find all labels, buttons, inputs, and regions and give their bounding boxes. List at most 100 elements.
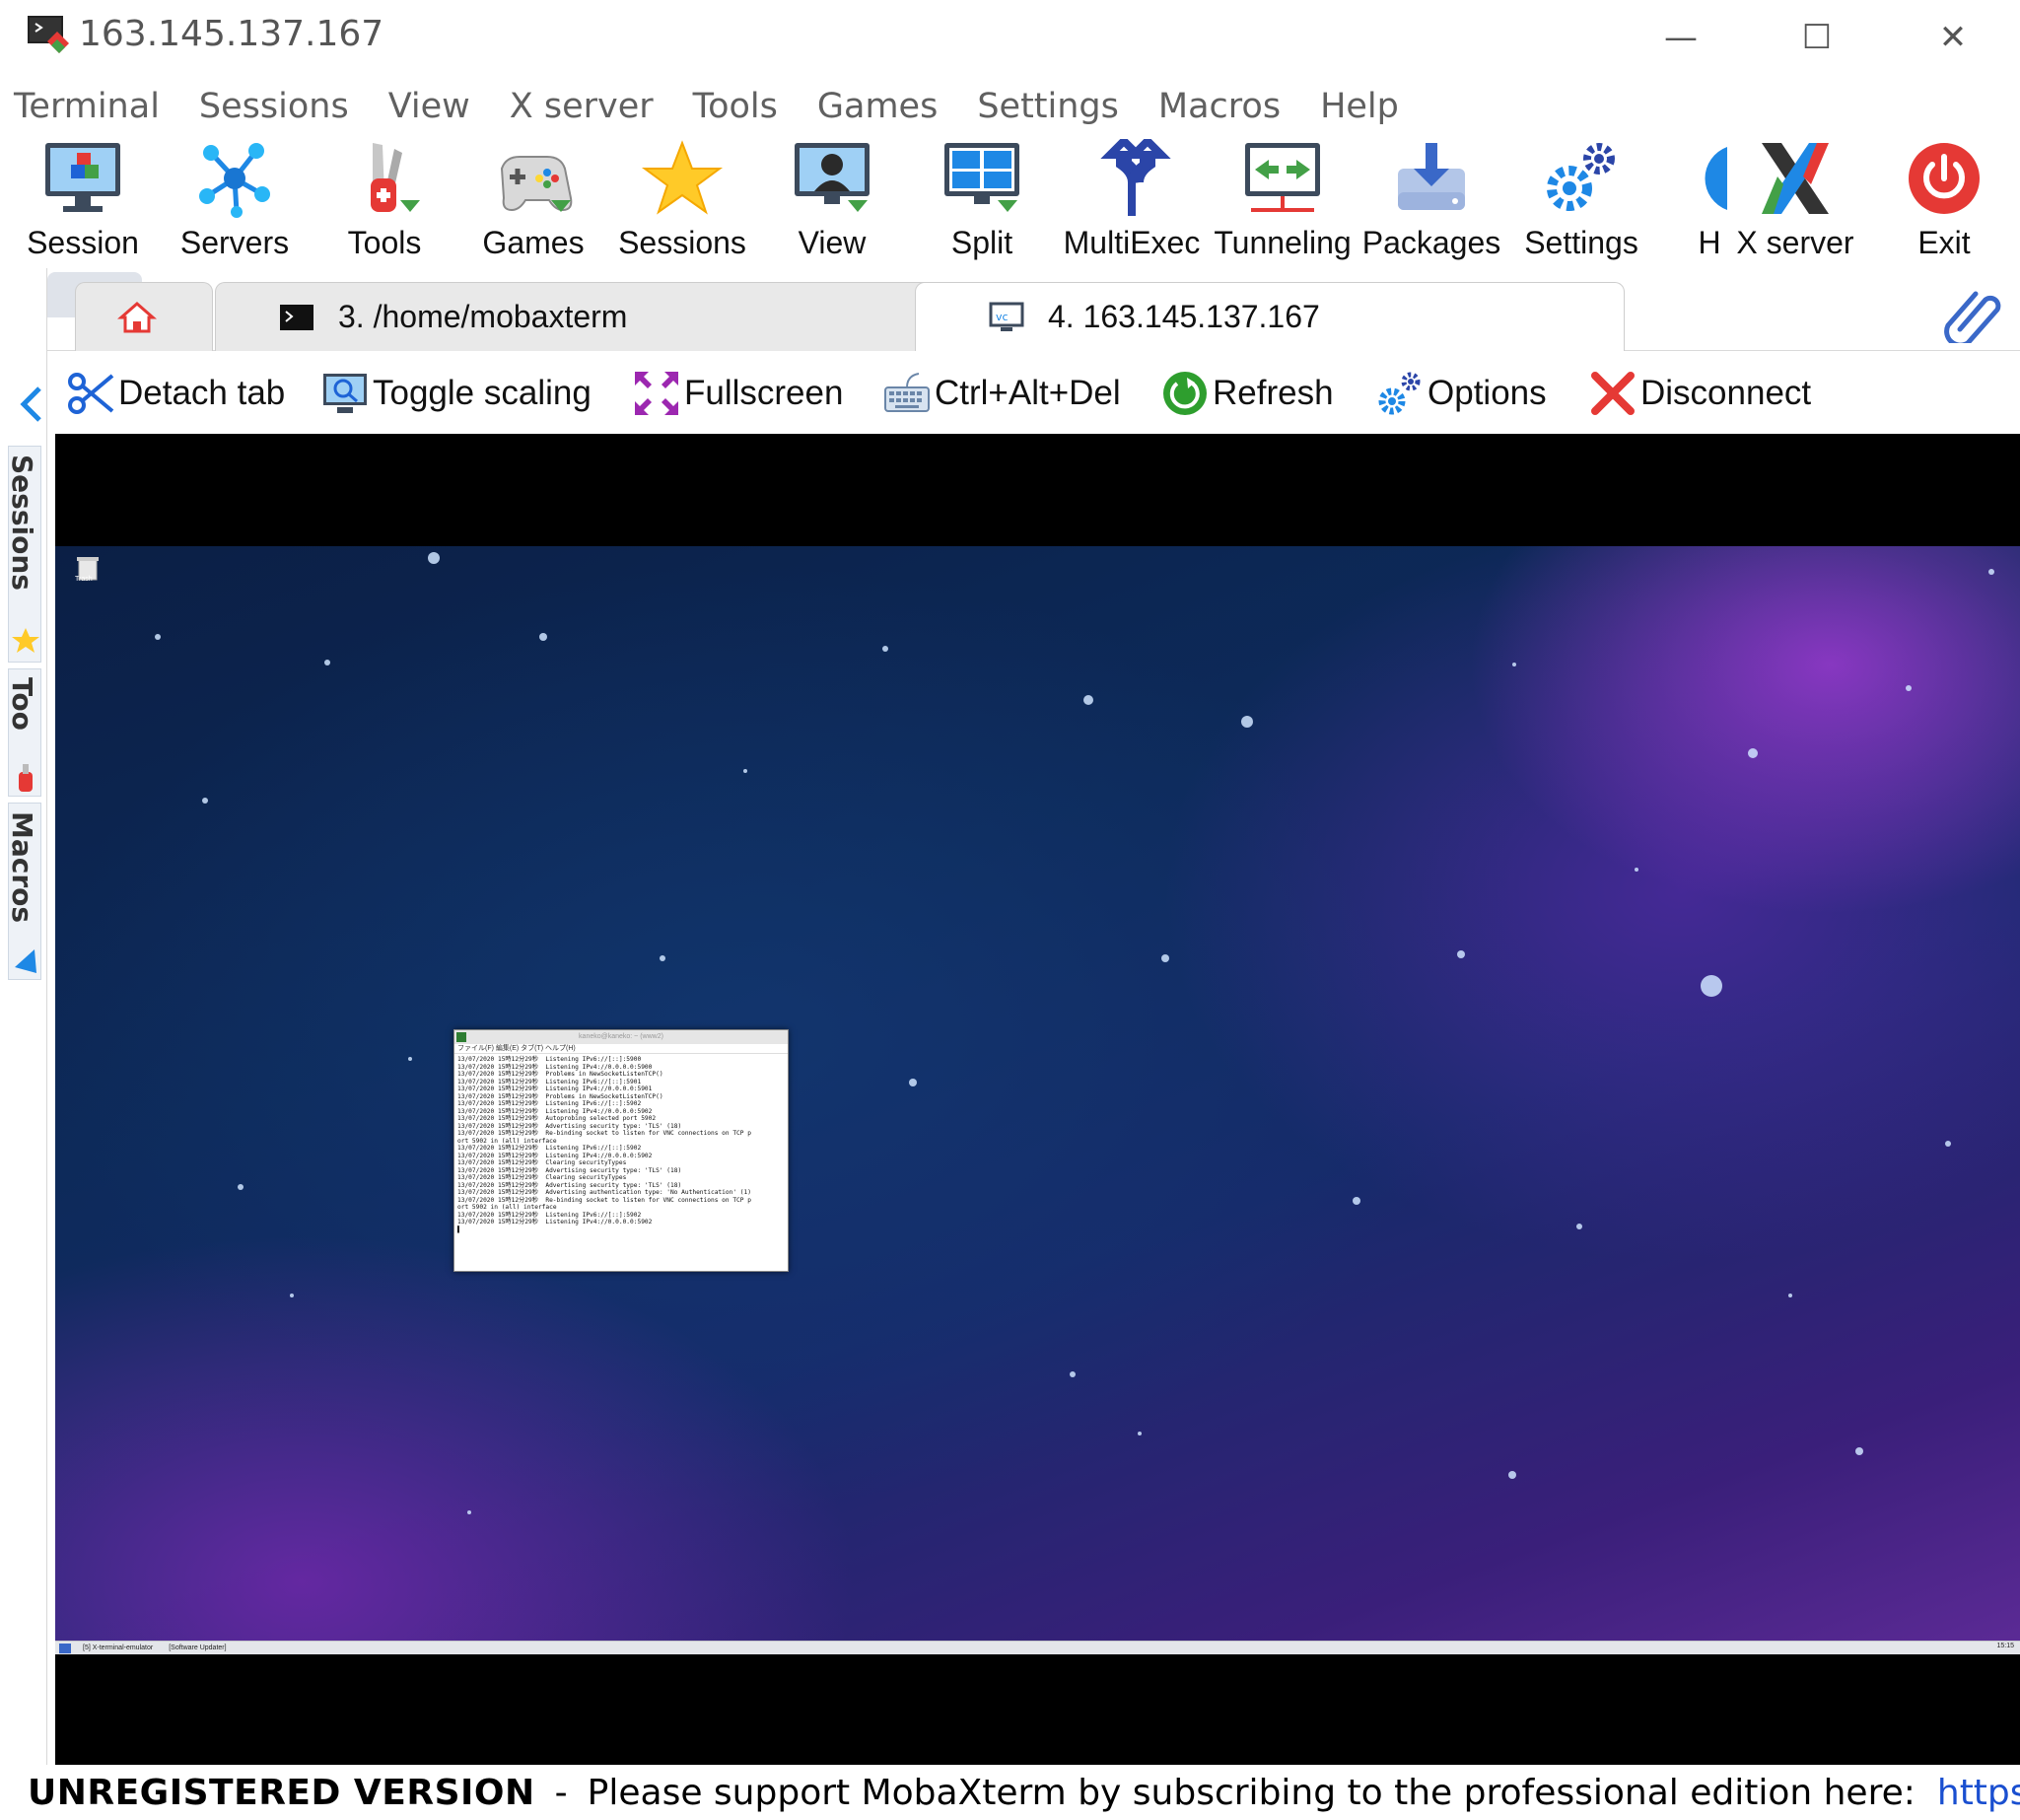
gamepad-icon [500,156,573,212]
paperclip-icon[interactable] [1940,284,2009,343]
remote-terminal-line: 13/07/2020 15時12分29秒 Listening IPv4://0.… [457,1219,653,1225]
tab-vnc[interactable]: vc 4. 163.145.137.167 [915,282,1625,351]
left-sidebar: Sessions Too Macros [0,268,47,1767]
maximize-button[interactable]: ☐ [1777,10,1856,65]
collapse-sidebar-arrow-icon[interactable] [18,385,43,424]
remote-terminal-line: 13/07/2020 15時12分29秒 Listening IPv6://[:… [457,1211,642,1219]
split-monitor-icon [944,143,1019,212]
exit-button[interactable]: Exit [1901,134,1987,268]
remote-terminal-line: 13/07/2020 15時12分29秒 Advertising authent… [457,1189,751,1196]
menu-sessions[interactable]: Sessions [199,87,349,126]
menu-view[interactable]: View [388,87,470,126]
multiexec-button[interactable]: MultiExec [1063,134,1201,268]
sessions-button[interactable]: Sessions [617,134,747,268]
main-toolbar: Session Servers Tools Games Sessions Vie… [0,134,2020,268]
sidebar-tab-tools[interactable]: Too [6,668,41,797]
starfield-background [155,552,1994,1514]
remote-terminal-line: ort 5902 in (all) interface [457,1137,557,1145]
tab-vnc-label: 4. 163.145.137.167 [1048,299,1320,334]
remote-task-terminal[interactable]: [5] X-terminal-emulator [79,1645,157,1651]
split-button[interactable]: Split [939,134,1025,268]
sidebar-sessions-label: Sessions [6,455,38,591]
remote-terminal-line: 13/07/2020 15時12分29秒 Advertising securit… [457,1181,682,1189]
remote-terminal-title-text: kaneko@kaneko: ~ (www2) [579,1033,663,1040]
toggle-scaling-button[interactable]: Toggle scaling [321,369,592,418]
disconnect-button[interactable]: Disconnect [1589,369,1811,418]
disconnect-x-icon [1591,372,1635,415]
menu-bar: Terminal Sessions View X server Tools Ga… [0,81,2020,132]
scaling-monitor-icon [323,374,367,413]
mobaxterm-logo-icon [28,16,69,53]
remote-terminal-line: 13/07/2020 15時12分29秒 Listening IPv6://[:… [457,1078,642,1085]
help-button[interactable]: H [1684,134,1735,268]
remote-terminal-menu[interactable]: ファイル(F) 編集(E) タブ(T) ヘルプ(H) [454,1044,788,1054]
fullscreen-button[interactable]: Fullscreen [633,369,843,418]
sidebar-top-handle [8,268,41,347]
settings-label: Settings [1524,225,1638,260]
tab-home[interactable] [75,282,213,351]
menu-games[interactable]: Games [817,87,938,126]
ctrl-alt-del-button[interactable]: Ctrl+Alt+Del [883,369,1121,418]
detach-tab-button[interactable]: Detach tab [67,369,285,418]
svg-text:vc: vc [996,311,1009,323]
keyboard-icon [884,373,930,412]
games-button[interactable]: Games [481,134,586,268]
remote-terminal-line: 13/07/2020 15時12分29秒 Listening IPv6://[:… [457,1145,642,1152]
subscribe-link[interactable]: https://mobaxterm [1937,1773,2020,1813]
remote-desktop[interactable]: Trash kaneko@kaneko: ~ (www2) ファイル(F) 編集… [55,546,2020,1641]
remote-terminal-line: ort 5902 in (all) interface [457,1204,557,1211]
remote-terminal-line: 13/07/2020 15時12分29秒 Advertising securit… [457,1122,682,1130]
servers-button[interactable]: Servers [175,134,294,268]
refresh-button[interactable]: Refresh [1161,369,1334,418]
remote-taskbar: [5] X-terminal-emulator [Software Update… [55,1641,2020,1654]
tools-button[interactable]: Tools [335,134,434,268]
remote-terminal-line: 13/07/2020 15時12分29秒 Autoprobing selecte… [457,1115,657,1122]
x-server-button[interactable]: X server [1733,134,1857,268]
games-label: Games [482,225,585,260]
tunneling-button[interactable]: Tunneling [1209,134,1357,268]
remote-start-icon[interactable] [59,1643,71,1653]
remote-terminal-output[interactable]: 13/07/2020 15時12分29秒 Listening IPv6://[:… [454,1054,788,1271]
menu-tools[interactable]: Tools [693,87,778,126]
remote-terminal-line: 13/07/2020 15時12分29秒 Re-binding socket t… [457,1196,751,1204]
minimize-button[interactable]: — [1641,10,1720,65]
ctrl-alt-del-label: Ctrl+Alt+Del [935,374,1121,412]
refresh-label: Refresh [1213,374,1334,412]
detach-tab-label: Detach tab [118,374,286,412]
status-message: Please support MobaXterm by subscribing … [587,1772,1916,1813]
packages-label: Packages [1361,225,1501,260]
menu-terminal[interactable]: Terminal [14,87,160,126]
servers-network-icon [199,143,270,218]
remote-terminal-app-icon [456,1032,466,1042]
servers-label: Servers [179,225,290,260]
split-label: Split [950,225,1013,260]
menu-macros[interactable]: Macros [1158,87,1281,126]
close-button[interactable]: ✕ [1914,10,1992,65]
remote-terminal-line: 13/07/2020 15時12分29秒 Listening IPv4://0.… [457,1085,653,1092]
trash-label: Trash [75,576,93,583]
settings-button[interactable]: Settings [1522,134,1640,268]
remote-terminal-line: 13/07/2020 15時12分29秒 Listening IPv4://0.… [457,1152,653,1159]
title-bar: 163.145.137.167 — ☐ ✕ [0,0,2020,79]
sidebar-tools-label: Too [6,677,38,731]
sessions-label: Sessions [618,225,746,260]
sidebar-tab-sessions[interactable]: Sessions [6,446,41,663]
x-server-label: X server [1736,225,1854,260]
sidebar-tab-macros[interactable]: Macros [6,803,41,980]
packages-button[interactable]: Packages [1361,134,1501,268]
menu-help[interactable]: Help [1320,87,1399,126]
status-separator: - [554,1772,568,1813]
menu-x-server[interactable]: X server [510,87,654,126]
trash-icon[interactable] [75,554,101,594]
options-button[interactable]: Options [1376,369,1547,418]
menu-settings[interactable]: Settings [977,87,1119,126]
view-label: View [798,225,867,260]
remote-terminal-title: kaneko@kaneko: ~ (www2) [454,1030,788,1044]
session-button[interactable]: Session [27,134,139,268]
home-icon [117,301,157,332]
view-button[interactable]: View [787,134,877,268]
remote-task-updater[interactable]: [Software Updater] [165,1645,230,1651]
vnc-viewport[interactable]: Trash kaneko@kaneko: ~ (www2) ファイル(F) 編集… [55,434,2020,1765]
tab-terminal[interactable]: 3. /home/mobaxterm [215,282,964,351]
remote-terminal-window[interactable]: kaneko@kaneko: ~ (www2) ファイル(F) 編集(E) タブ… [453,1029,789,1272]
